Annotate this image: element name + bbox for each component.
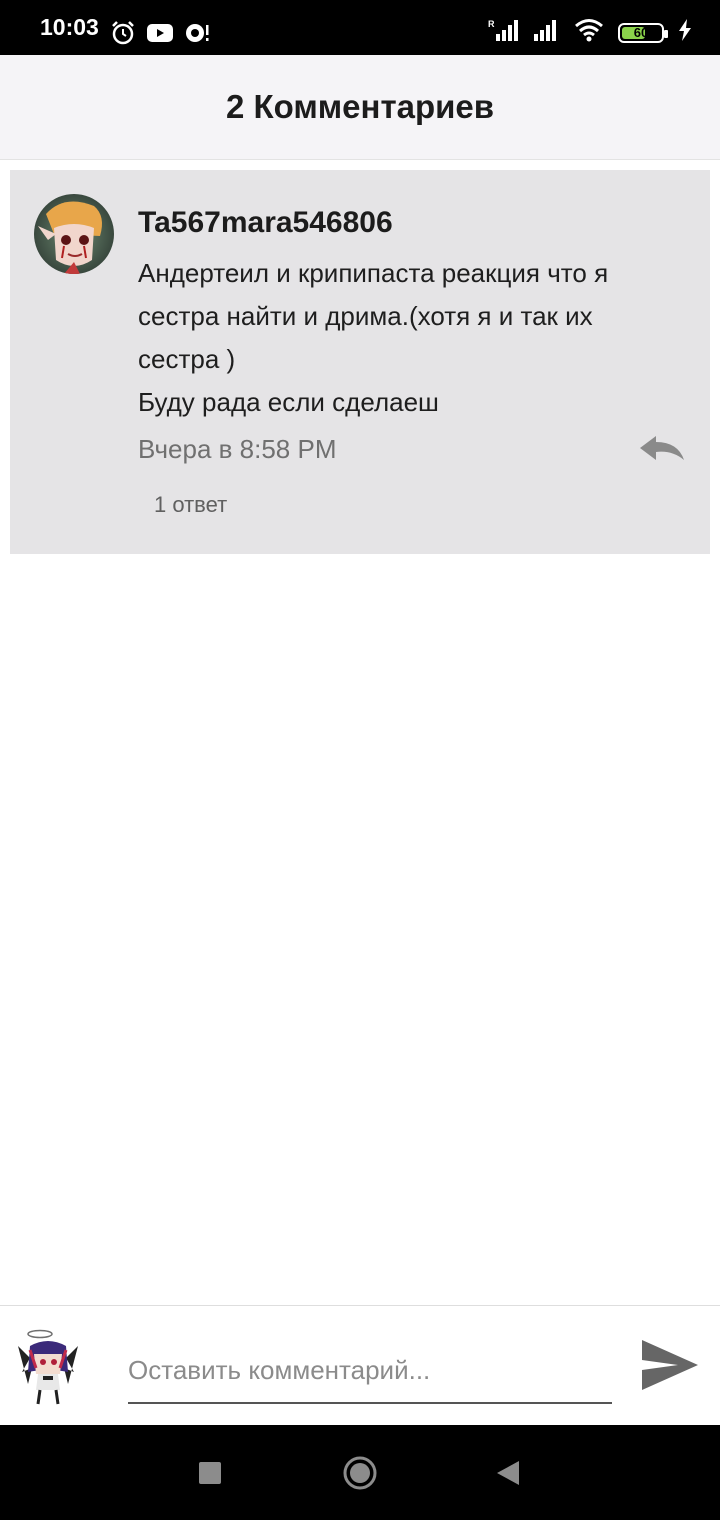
comment-line: Андертеил и крипипаста реакция что я — [138, 258, 609, 288]
recents-icon — [199, 1461, 221, 1484]
notification-icon — [184, 21, 210, 50]
status-time: 10:03 — [40, 14, 99, 40]
comment-line: сестра найти и дрима.(хотя я и так их — [138, 301, 593, 331]
battery-icon: 60 — [618, 22, 668, 43]
comment-timestamp: Вчера в 8:58 PM — [138, 434, 337, 464]
page-title: 2 Комментариев — [225, 88, 495, 125]
header: 2 Комментариев — [0, 55, 720, 160]
signal-icon — [532, 18, 560, 47]
reply-icon[interactable] — [638, 434, 686, 464]
comment-line: Буду рада если сделаеш — [138, 387, 439, 417]
avatar[interactable] — [34, 194, 114, 274]
comment-line: сестра ) — [138, 344, 236, 374]
home-icon — [343, 1456, 377, 1489]
status-right-icons: R 60 — [488, 18, 692, 47]
user-avatar[interactable] — [16, 1328, 80, 1406]
comment-text: Андертеил и крипипаста реакция что я сес… — [138, 252, 678, 424]
comment-card[interactable]: Ta567mara546806 Андертеил и крипипаста р… — [10, 170, 710, 554]
youtube-icon — [146, 22, 174, 49]
navigation-bar — [0, 1425, 720, 1520]
wifi-icon — [574, 18, 604, 47]
comment-input-bar — [0, 1305, 720, 1425]
status-left-icons — [110, 20, 210, 51]
battery-level: 60 — [633, 25, 649, 40]
comment-input[interactable] — [128, 1338, 612, 1404]
battery-cap — [664, 29, 668, 38]
recents-button[interactable] — [180, 1425, 240, 1520]
status-bar: 10:03 R 60 — [0, 0, 720, 55]
home-button[interactable] — [330, 1425, 390, 1520]
svg-text:R: R — [488, 19, 495, 29]
send-icon — [642, 1340, 698, 1390]
charging-icon — [678, 19, 692, 46]
replies-link[interactable]: 1 ответ — [154, 492, 227, 518]
alarm-icon — [110, 20, 136, 51]
back-button[interactable] — [478, 1425, 538, 1520]
comment-author[interactable]: Ta567mara546806 — [138, 206, 393, 240]
signal-icon: R — [488, 18, 518, 47]
send-button[interactable] — [638, 1336, 700, 1394]
back-icon — [497, 1460, 519, 1485]
